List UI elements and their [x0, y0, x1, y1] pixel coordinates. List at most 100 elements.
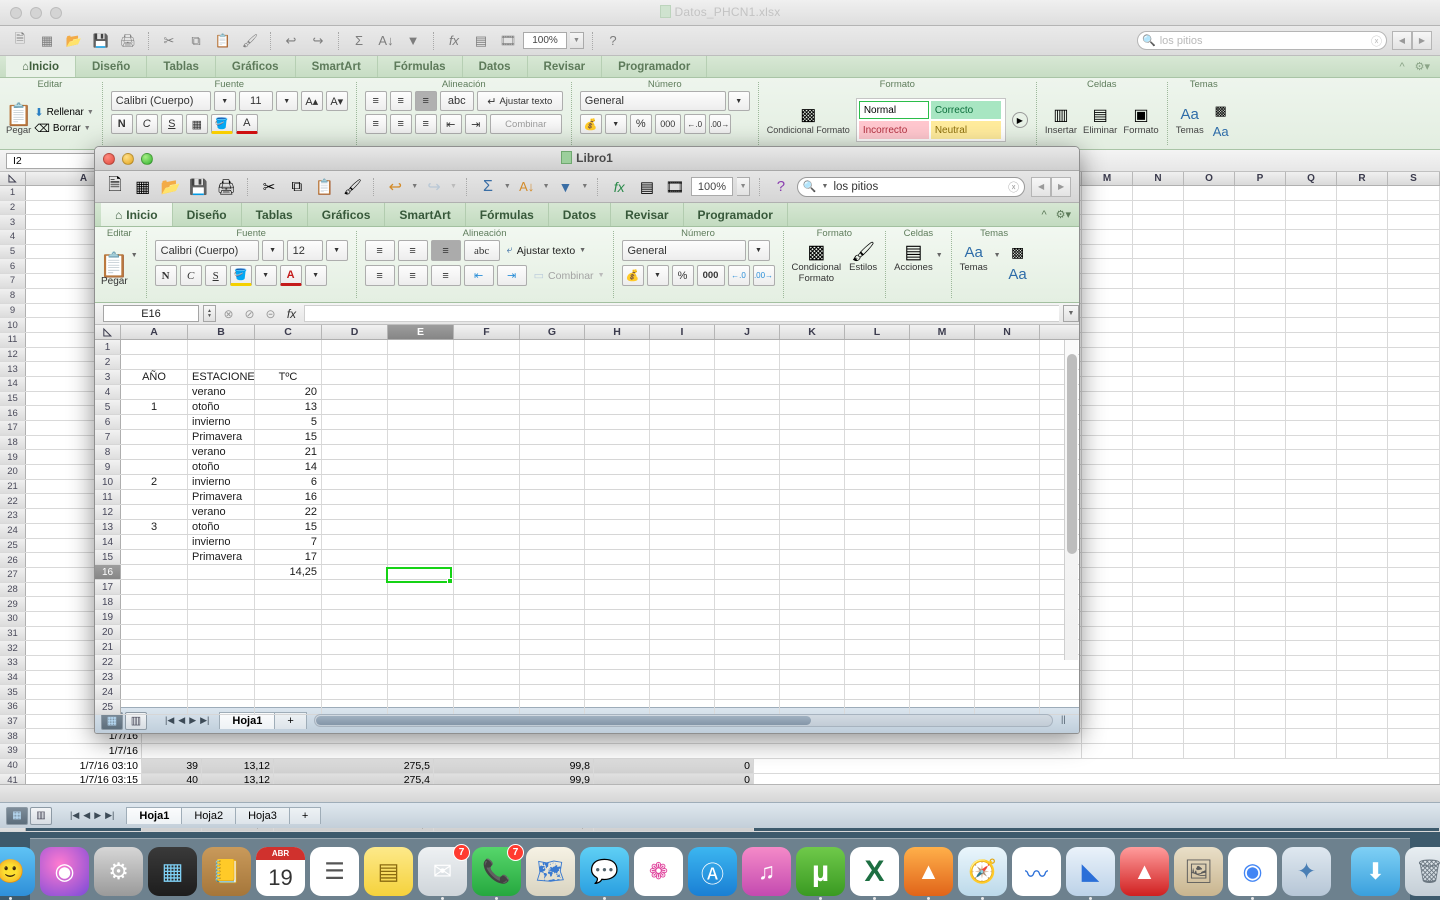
select-all-corner[interactable]: ◺ [95, 325, 121, 339]
cell-C23[interactable] [255, 670, 322, 684]
column-header-K[interactable]: K [780, 325, 845, 339]
cell-D20[interactable] [322, 625, 388, 639]
collapse-ribbon-icon[interactable]: ^ [1399, 61, 1404, 73]
cell-right-M[interactable] [1082, 685, 1133, 700]
cell-L15[interactable] [845, 550, 910, 564]
filter-dropdown-icon[interactable]: ▼ [581, 183, 588, 190]
name-box-stepper[interactable]: ▲ ▼ [203, 305, 216, 322]
cell-right-P[interactable] [1235, 347, 1286, 362]
cell-right-N[interactable] [1133, 670, 1184, 685]
select-all-corner[interactable]: ◺ [0, 172, 26, 185]
cell-right-R[interactable] [1337, 553, 1388, 567]
cell-right-R[interactable] [1337, 215, 1388, 230]
cell-K20[interactable] [780, 625, 845, 639]
cell-D15[interactable] [322, 550, 388, 564]
utorrent-icon[interactable]: µ [796, 847, 845, 900]
cell-right-R[interactable] [1337, 274, 1388, 288]
cell-right-O[interactable] [1184, 553, 1235, 567]
foreground-search-nav[interactable]: ◀ ▶ [1031, 176, 1072, 197]
decrease-decimal-icon[interactable]: ←.0 [683, 114, 706, 134]
collapse-ribbon-icon[interactable]: ^ [1041, 209, 1046, 221]
cell-right-O[interactable] [1184, 626, 1235, 641]
styles-icon[interactable]: 🖌 [851, 242, 875, 263]
cell-right-P[interactable] [1235, 656, 1286, 670]
cell-A13[interactable]: 3 [121, 520, 188, 534]
cell-right-M[interactable] [1082, 200, 1133, 215]
cell-I16[interactable] [650, 565, 715, 579]
background-sheet-tabs[interactable]: ▦ ▥ |◀ ◀ ▶ ▶| Hoja1 Hoja2 Hoja3 + [0, 802, 1440, 828]
cell-E7[interactable] [388, 430, 454, 444]
cell-G3[interactable] [520, 370, 585, 384]
cell-right-O[interactable] [1184, 582, 1235, 597]
cell-N8[interactable] [975, 445, 1040, 459]
cell-N9[interactable] [975, 460, 1040, 474]
row-header[interactable]: 29 [0, 597, 26, 611]
decrease-indent-icon[interactable]: ⇤ [439, 114, 462, 134]
cell-right-R[interactable] [1337, 685, 1388, 700]
cell-right-O[interactable] [1184, 230, 1235, 244]
background-view-toggle[interactable]: ▦ ▥ [6, 806, 52, 825]
cell-right-S[interactable] [1388, 582, 1440, 597]
cell-right-O[interactable] [1184, 685, 1235, 700]
cell-F21[interactable] [454, 640, 520, 654]
cell-M3[interactable] [910, 370, 975, 384]
cell-right-Q[interactable] [1286, 700, 1337, 714]
cell-right-N[interactable] [1133, 582, 1184, 597]
cell-right-S[interactable] [1388, 274, 1440, 288]
cell-G1[interactable] [520, 340, 585, 354]
formula-builder-icon[interactable]: ⊝ [262, 305, 279, 322]
cell-K24[interactable] [780, 685, 845, 699]
zoom-level-foreground[interactable]: 100% [690, 177, 734, 196]
cell-M20[interactable] [910, 625, 975, 639]
cell-right-M[interactable] [1082, 670, 1133, 685]
increase-indent-icon[interactable]: ⇥ [496, 265, 527, 286]
cell-right-P[interactable] [1235, 421, 1286, 435]
table-row[interactable]: 25 [95, 700, 1079, 715]
cell-right-R[interactable] [1337, 465, 1388, 479]
fg-tab-datos[interactable]: Datos [549, 203, 612, 226]
foreground-name-box[interactable]: E16 [103, 305, 199, 322]
cell-D3[interactable] [322, 370, 388, 384]
table-row[interactable]: 12 verano 22 [95, 505, 1079, 520]
cell-right-S[interactable] [1388, 670, 1440, 685]
orientation-button[interactable]: abc [439, 91, 474, 111]
cell-C19[interactable] [255, 610, 322, 624]
cell-I1[interactable] [650, 340, 715, 354]
cell-K12[interactable] [780, 505, 845, 519]
table-row[interactable]: 24 [95, 685, 1079, 700]
autosum-dropdown-icon[interactable]: ▼ [504, 183, 511, 190]
prev-sheet-icon[interactable]: ◀ [83, 810, 90, 821]
cell-N4[interactable] [975, 385, 1040, 399]
cell-right-Q[interactable] [1286, 626, 1337, 641]
cell-right-Q[interactable] [1286, 391, 1337, 406]
cell-N1[interactable] [975, 340, 1040, 354]
filter-icon[interactable]: ▼ [554, 175, 578, 199]
airdrop-icon[interactable]: ✦ [1282, 847, 1331, 896]
cell-F17[interactable] [454, 580, 520, 594]
cell-M4[interactable] [910, 385, 975, 399]
cell-right-P[interactable] [1235, 332, 1286, 347]
cell-K11[interactable] [780, 490, 845, 504]
row-header[interactable]: 37 [0, 714, 26, 729]
cell-right-P[interactable] [1235, 288, 1286, 303]
cell-right-Q[interactable] [1286, 465, 1337, 479]
cell-right-N[interactable] [1133, 597, 1184, 611]
formula-builder-icon[interactable]: fx [607, 175, 631, 199]
cell-right-Q[interactable] [1286, 376, 1337, 391]
style-correcto[interactable]: Correcto [930, 101, 1001, 119]
cell-right-M[interactable] [1082, 186, 1133, 200]
cell-C25[interactable] [255, 700, 322, 714]
row-header[interactable]: 15 [0, 391, 26, 406]
font-size-dropdown-foreground[interactable]: ▼ [325, 240, 348, 261]
style-incorrecto[interactable]: Incorrecto [858, 121, 929, 139]
foreground-window-titlebar[interactable]: Libro1 [95, 147, 1079, 171]
cell-right-R[interactable] [1337, 362, 1388, 376]
cell-M24[interactable] [910, 685, 975, 699]
cell-right-Q[interactable] [1286, 318, 1337, 332]
row-header-12[interactable]: 12 [95, 505, 121, 519]
cell-C6[interactable]: 5 [255, 415, 322, 429]
row-header[interactable]: 11 [0, 332, 26, 347]
cell-right-P[interactable] [1235, 259, 1286, 274]
help-icon[interactable]: ? [769, 175, 793, 199]
autocad-icon[interactable]: ▲ [1120, 847, 1169, 896]
